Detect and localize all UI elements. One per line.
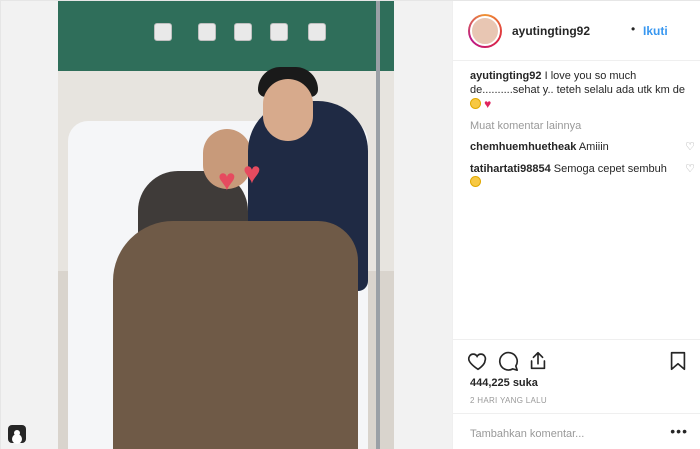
photo-blanket <box>113 221 358 449</box>
like-count[interactable]: 444,225 suka <box>470 377 538 389</box>
photo-socket <box>234 23 252 41</box>
photo-iv-pole <box>376 1 380 449</box>
photo-socket <box>308 23 326 41</box>
red-heart-emoji-icon: ♥ <box>484 97 492 111</box>
more-options-icon[interactable]: ••• <box>670 423 688 439</box>
comments-section: ayutingting92 I love you so much de.....… <box>470 69 695 190</box>
post-actions-bar <box>453 339 700 379</box>
post-media: ♥ ♥ <box>1 1 452 449</box>
caption-username[interactable]: ayutingting92 <box>470 70 542 82</box>
header-separator: • <box>631 22 636 36</box>
photo-wall <box>58 1 394 71</box>
comment-username[interactable]: tatihartati98854 <box>470 163 551 175</box>
comment-bubble-icon[interactable] <box>497 350 519 372</box>
post-side-panel: ayutingting92 • Ikuti ayutingting92 I lo… <box>452 1 700 449</box>
load-more-comments-button[interactable]: Muat komentar lainnya <box>470 120 695 132</box>
photo-socket <box>270 23 288 41</box>
photo-socket <box>198 23 216 41</box>
comment-like-heart-icon[interactable]: ♡ <box>685 162 695 176</box>
comment-text: Semoga cepet sembuh <box>553 163 667 175</box>
heart-outline-icon[interactable] <box>467 350 489 372</box>
add-comment-input[interactable]: Tambahkan komentar... <box>470 428 584 440</box>
follow-button[interactable]: Ikuti <box>643 24 668 38</box>
user-tag-icon[interactable] <box>8 425 26 443</box>
comment-item: tatihartati98854 Semoga cepet sembuh ♡ <box>470 162 695 190</box>
post-caption: ayutingting92 I love you so much de.....… <box>470 69 695 112</box>
post-timestamp: 2 HARI YANG LALU <box>470 396 547 405</box>
comment-like-heart-icon[interactable]: ♡ <box>685 140 695 154</box>
comment-text: Amiiin <box>578 141 609 153</box>
photo-socket <box>154 23 172 41</box>
instagram-post: ♥ ♥ ayutingting92 • Ikuti ayutingting92 … <box>0 0 700 449</box>
post-photo[interactable]: ♥ ♥ <box>58 1 394 449</box>
header-username[interactable]: ayutingting92 <box>512 24 590 38</box>
post-header: ayutingting92 • Ikuti <box>453 1 700 61</box>
bookmark-icon[interactable] <box>667 350 689 372</box>
photo-heart-sticker: ♥ <box>243 157 261 190</box>
share-icon[interactable] <box>527 350 549 372</box>
smile-emoji-icon <box>470 98 481 109</box>
photo-face-visitor <box>263 79 313 141</box>
add-comment-box: Tambahkan komentar... ••• <box>453 413 700 449</box>
smile-emoji-icon <box>470 176 481 187</box>
photo-heart-sticker: ♥ <box>218 164 236 197</box>
avatar[interactable] <box>468 14 502 48</box>
comment-username[interactable]: chemhuemhuetheak <box>470 141 576 153</box>
comment-item: chemhuemhuetheak Amiiin ♡ <box>470 140 695 154</box>
